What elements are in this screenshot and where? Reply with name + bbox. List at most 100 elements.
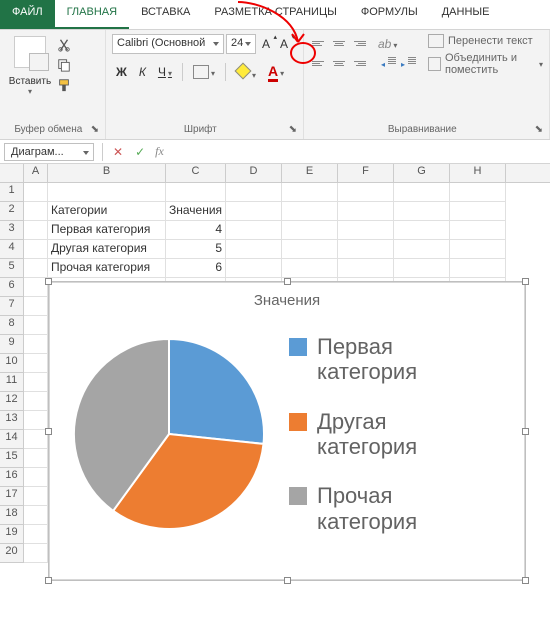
font-color-button[interactable]: А [264,63,288,81]
cell-A4[interactable] [24,240,48,259]
bold-button[interactable]: Ж [112,63,131,81]
cell-A11[interactable] [24,373,48,392]
cell-A3[interactable] [24,221,48,240]
cell-A10[interactable] [24,354,48,373]
cell-G4[interactable] [394,240,450,259]
cell-A16[interactable] [24,468,48,487]
chart-handle-tr[interactable] [522,278,529,285]
cell-E2[interactable] [282,202,338,221]
cell-H5[interactable] [450,259,506,278]
cell-A2[interactable] [24,202,48,221]
font-name-combo[interactable]: Calibri (Основной [112,34,224,54]
row-header-7[interactable]: 7 [0,297,24,316]
align-top-center[interactable] [330,34,348,52]
cell-G3[interactable] [394,221,450,240]
cell-E5[interactable] [282,259,338,278]
cell-B3[interactable]: Первая категория [48,221,166,240]
row-header-18[interactable]: 18 [0,506,24,525]
copy-icon[interactable] [56,58,72,72]
row-header-6[interactable]: 6 [0,278,24,297]
chart-handle-bm[interactable] [284,577,291,584]
legend-item[interactable]: Перваякатегория [289,334,417,385]
tab-home[interactable]: ГЛАВНАЯ [55,0,129,29]
cell-B1[interactable] [48,183,166,202]
formula-input[interactable] [168,142,550,162]
chart-handle-ml[interactable] [45,428,52,435]
name-box[interactable]: Диаграм... [4,143,94,161]
row-header-13[interactable]: 13 [0,411,24,430]
cell-G1[interactable] [394,183,450,202]
fill-color-button[interactable] [232,62,260,83]
chart-handle-br[interactable] [522,577,529,584]
pie-slice[interactable] [169,339,264,444]
chart-title[interactable]: Значения [49,292,525,309]
chart-handle-tl[interactable] [45,278,52,285]
cell-E4[interactable] [282,240,338,259]
legend-item[interactable]: Другаякатегория [289,409,417,460]
row-header-4[interactable]: 4 [0,240,24,259]
cell-E3[interactable] [282,221,338,240]
tab-formulas[interactable]: ФОРМУЛЫ [349,0,430,29]
cell-A5[interactable] [24,259,48,278]
chart-handle-mr[interactable] [522,428,529,435]
row-header-9[interactable]: 9 [0,335,24,354]
font-launcher-icon[interactable]: ⬊ [289,124,297,135]
chart-legend[interactable]: ПерваякатегорияДругаякатегорияПрочаякате… [289,334,417,534]
cell-D3[interactable] [226,221,282,240]
column-header-C[interactable]: C [166,164,226,182]
cut-icon[interactable] [56,38,72,52]
row-header-20[interactable]: 20 [0,544,24,563]
increase-indent-button[interactable]: ▸ [400,55,418,71]
cell-H2[interactable] [450,202,506,221]
cell-F3[interactable] [338,221,394,240]
cell-C3[interactable]: 4 [166,221,226,240]
cell-A9[interactable] [24,335,48,354]
tab-data[interactable]: ДАННЫЕ [430,0,502,29]
underline-button[interactable]: Ч [154,63,176,81]
column-header-H[interactable]: H [450,164,506,182]
paste-button[interactable]: Вставить ▾ [6,34,54,122]
chart-object[interactable]: Значения ПерваякатегорияДругаякатегорияП… [48,281,526,581]
chart-handle-bl[interactable] [45,577,52,584]
cell-G2[interactable] [394,202,450,221]
cell-G5[interactable] [394,259,450,278]
row-header-17[interactable]: 17 [0,487,24,506]
italic-button[interactable]: К [135,63,150,81]
decrease-indent-button[interactable]: ◂ [380,55,398,71]
column-header-A[interactable]: A [24,164,48,182]
column-header-D[interactable]: D [226,164,282,182]
cell-B5[interactable]: Прочая категория [48,259,166,278]
cell-A7[interactable] [24,297,48,316]
cell-H1[interactable] [450,183,506,202]
cell-C4[interactable]: 5 [166,240,226,259]
cell-D2[interactable] [226,202,282,221]
orientation-button[interactable]: ab [374,35,418,53]
cell-C2[interactable]: Значения [166,202,226,221]
cell-F1[interactable] [338,183,394,202]
column-header-B[interactable]: B [48,164,166,182]
cell-A19[interactable] [24,525,48,544]
cell-D4[interactable] [226,240,282,259]
column-header-E[interactable]: E [282,164,338,182]
row-header-10[interactable]: 10 [0,354,24,373]
accept-formula-icon[interactable]: ✓ [129,145,151,159]
cell-D1[interactable] [226,183,282,202]
cell-A15[interactable] [24,449,48,468]
column-header-G[interactable]: G [394,164,450,182]
row-header-11[interactable]: 11 [0,373,24,392]
row-header-12[interactable]: 12 [0,392,24,411]
row-header-16[interactable]: 16 [0,468,24,487]
align-top-right[interactable] [350,34,368,52]
cell-A12[interactable] [24,392,48,411]
clipboard-launcher-icon[interactable]: ⬊ [91,124,99,135]
cell-B2[interactable]: Категории [48,202,166,221]
cell-F4[interactable] [338,240,394,259]
border-button[interactable] [189,63,219,82]
tab-insert[interactable]: ВСТАВКА [129,0,202,29]
align-center[interactable] [330,54,348,72]
merge-center-button[interactable]: Объединить и поместить [428,52,543,76]
format-painter-icon[interactable] [56,78,72,92]
row-header-2[interactable]: 2 [0,202,24,221]
cell-D5[interactable] [226,259,282,278]
row-header-1[interactable]: 1 [0,183,24,202]
